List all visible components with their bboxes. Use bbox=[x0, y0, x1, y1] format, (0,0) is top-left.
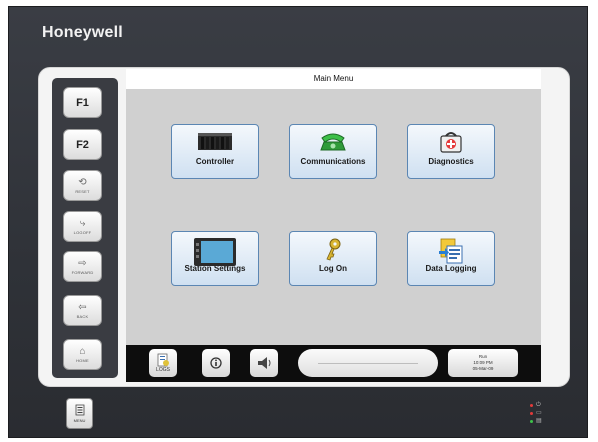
clock-display: Run 10:09 PM 05-Mar-09 bbox=[448, 349, 518, 377]
forward-arrow-icon: ⇨ bbox=[78, 257, 87, 269]
controller-tile[interactable]: Controller bbox=[171, 124, 259, 179]
monitor-icon bbox=[194, 238, 236, 266]
logoff-key[interactable]: ⤷ LOGOFF bbox=[63, 211, 102, 242]
menu-key[interactable]: MENU bbox=[66, 398, 93, 429]
info-button[interactable] bbox=[202, 349, 230, 377]
data-logging-icon bbox=[439, 238, 463, 264]
clock-date: 05-Mar-09 bbox=[472, 366, 494, 371]
logs-button[interactable]: LOGS bbox=[149, 349, 177, 377]
comm-led-icon: ▤ bbox=[536, 418, 542, 424]
forward-key[interactable]: ⇨ FORWARD bbox=[63, 251, 102, 282]
main-menu-area: Controller Communications Diagnostics St… bbox=[126, 89, 541, 345]
f1-key[interactable]: F1 bbox=[63, 87, 102, 118]
logs-icon bbox=[157, 353, 169, 367]
f2-key[interactable]: F2 bbox=[63, 129, 102, 160]
reset-icon: ⟲ bbox=[78, 176, 87, 188]
alarm-button[interactable] bbox=[250, 349, 278, 377]
menu-key-label: MENU bbox=[73, 418, 86, 423]
alarm-led bbox=[530, 412, 533, 415]
display-screen: Main Menu Controller Communications Diag… bbox=[126, 69, 541, 382]
power-led bbox=[530, 404, 533, 407]
data-logging-tile-label: Data Logging bbox=[425, 264, 477, 273]
bottom-toolbar: LOGS Run 10:09 PM 05-Mar-09 bbox=[126, 345, 541, 382]
reset-key-label: RESET bbox=[75, 188, 90, 194]
power-icon: ⏻ bbox=[536, 402, 541, 408]
forward-key-label: FORWARD bbox=[71, 269, 94, 275]
data-logging-tile[interactable]: Data Logging bbox=[407, 231, 495, 286]
function-key-column: F1 F2 ⟲ RESET ⤷ LOGOFF ⇨ FORWARD ⇦ BACK … bbox=[52, 78, 118, 378]
page-title: Main Menu bbox=[313, 74, 354, 83]
f1-key-label: F1 bbox=[76, 96, 89, 109]
home-key-label: HOME bbox=[76, 357, 89, 363]
comm-led bbox=[530, 420, 533, 423]
first-aid-kit-icon bbox=[440, 132, 462, 153]
back-arrow-icon: ⇦ bbox=[78, 301, 87, 313]
reset-key[interactable]: ⟲ RESET bbox=[63, 170, 102, 201]
diagnostics-tile[interactable]: Diagnostics bbox=[407, 124, 495, 179]
diagnostics-tile-label: Diagnostics bbox=[428, 157, 474, 166]
controller-tile-label: Controller bbox=[195, 157, 235, 166]
log-on-tile[interactable]: Log On bbox=[289, 231, 377, 286]
key-icon bbox=[326, 238, 341, 261]
back-key-label: BACK bbox=[76, 313, 89, 319]
back-key[interactable]: ⇦ BACK bbox=[63, 295, 102, 326]
station-settings-tile[interactable]: Station Settings bbox=[171, 231, 259, 286]
status-led-cluster: ⏻ ▭ ▤ bbox=[530, 402, 560, 428]
menu-list-icon bbox=[75, 404, 84, 416]
home-key[interactable]: ⌂ HOME bbox=[63, 339, 102, 370]
controller-rack-icon bbox=[198, 133, 232, 150]
logoff-icon: ⤷ bbox=[79, 217, 86, 229]
logs-button-label: LOGS bbox=[156, 367, 170, 373]
info-icon bbox=[210, 357, 222, 369]
logoff-key-label: LOGOFF bbox=[73, 229, 92, 235]
log-on-tile-label: Log On bbox=[319, 264, 347, 273]
f2-key-label: F2 bbox=[76, 138, 89, 151]
home-icon: ⌂ bbox=[79, 345, 86, 357]
communications-tile[interactable]: Communications bbox=[289, 124, 377, 179]
alarm-horn-icon bbox=[258, 357, 271, 369]
status-divider bbox=[318, 363, 418, 364]
telephone-icon bbox=[320, 133, 346, 151]
status-message-box bbox=[298, 349, 438, 377]
communications-tile-label: Communications bbox=[300, 157, 366, 166]
alarm-led-icon: ▭ bbox=[536, 410, 542, 416]
brand-logo: Honeywell bbox=[42, 24, 123, 41]
